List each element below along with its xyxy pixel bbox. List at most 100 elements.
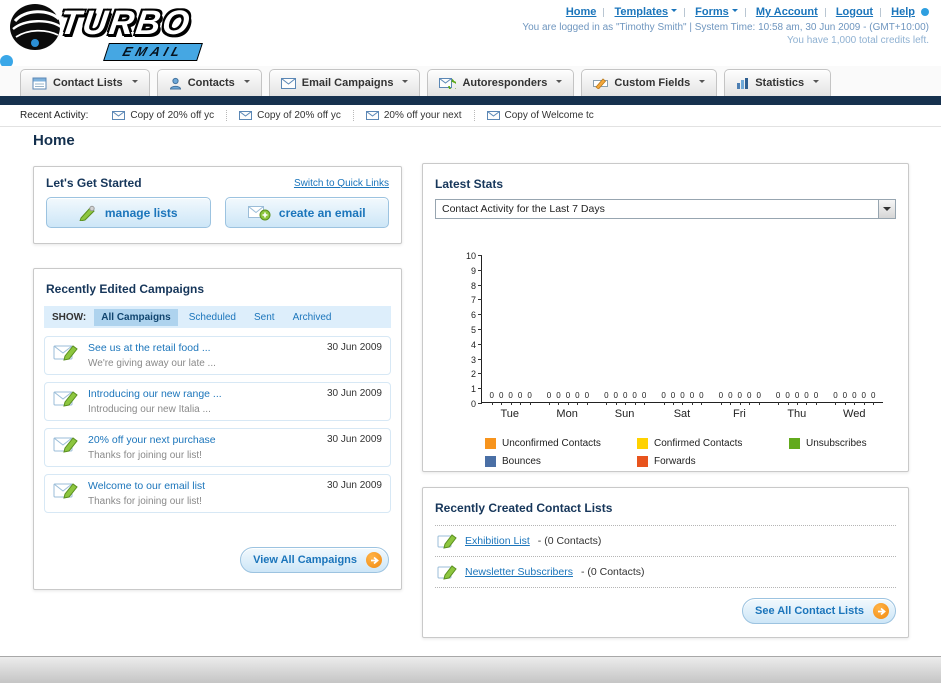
- switch-quick-links-link[interactable]: Switch to Quick Links: [294, 178, 389, 189]
- chart-value-label: 0: [565, 391, 571, 405]
- custom-fields-icon: [593, 78, 609, 89]
- chevron-down-icon: [731, 9, 738, 15]
- campaign-subtitle: Thanks for joining our list!: [88, 496, 202, 507]
- campaign-title-link[interactable]: See us at the retail food ...: [88, 342, 318, 354]
- tab-scheduled[interactable]: Scheduled: [182, 309, 243, 326]
- manage-lists-label: manage lists: [104, 205, 178, 220]
- y-axis-tick-label: 4: [470, 339, 476, 350]
- y-axis-tick: [478, 373, 482, 375]
- chart-value-label: 0: [861, 391, 866, 405]
- top-link-logout[interactable]: Logout: [836, 6, 873, 18]
- chart-value-label: 0: [813, 391, 819, 405]
- view-all-campaigns-button[interactable]: View All Campaigns: [240, 547, 389, 573]
- tab-archived[interactable]: Archived: [286, 309, 339, 326]
- recent-activity-item[interactable]: Copy of Welcome tc: [475, 110, 606, 121]
- contact-list-count: - (0 Contacts): [537, 535, 602, 547]
- campaign-row[interactable]: Welcome to our email list Thanks for joi…: [44, 474, 391, 513]
- get-started-title: Let's Get Started: [46, 176, 142, 190]
- recent-activity-item[interactable]: Copy of 20% off yc: [227, 110, 354, 121]
- campaign-date: 30 Jun 2009: [326, 342, 382, 353]
- chart-value-label: 0: [775, 391, 781, 405]
- campaign-row[interactable]: Introducing our new range ... Introducin…: [44, 382, 391, 421]
- chevron-down-icon: [402, 80, 409, 86]
- campaigns-filter-row: SHOW: All Campaigns Scheduled Sent Archi…: [44, 306, 391, 328]
- recent-activity-item[interactable]: Copy of 20% off yc: [100, 110, 228, 121]
- y-axis-tick: [478, 388, 482, 390]
- campaign-list: See us at the retail food ... We're givi…: [34, 328, 401, 513]
- chart-value-label: 0: [680, 391, 685, 405]
- legend-item: Bounces: [485, 456, 637, 467]
- separator: [684, 7, 686, 17]
- arrow-right-icon: [873, 603, 889, 619]
- top-link-help[interactable]: Help: [891, 6, 915, 18]
- chart-value-label: 0: [689, 391, 695, 405]
- tab-sent[interactable]: Sent: [247, 309, 282, 326]
- legend-swatch-icon: [485, 456, 496, 467]
- chevron-down-icon: [883, 207, 891, 215]
- nav-tab-contact-lists[interactable]: Contact Lists: [20, 69, 150, 96]
- tab-all-campaigns[interactable]: All Campaigns: [94, 308, 178, 326]
- show-label: SHOW:: [52, 311, 87, 323]
- chart-value-label: 0: [852, 391, 857, 405]
- nav-tab-autoresponders[interactable]: Autoresponders: [427, 69, 575, 96]
- separator: [824, 7, 826, 17]
- app-window: { "header": { "logo_text": "TURBO", "log…: [0, 0, 941, 683]
- contact-list-row[interactable]: Newsletter Subscribers - (0 Contacts): [435, 557, 896, 588]
- chart-value-label: 0: [804, 391, 809, 405]
- legend-swatch-icon: [637, 438, 648, 449]
- latest-stats-title: Latest Stats: [435, 177, 504, 191]
- chart-value-label: 0: [670, 391, 676, 405]
- nav-tab-statistics[interactable]: Statistics: [724, 69, 832, 96]
- create-email-button[interactable]: create an email: [224, 197, 389, 228]
- campaign-edit-icon: [53, 345, 78, 361]
- see-all-contact-lists-button[interactable]: See All Contact Lists: [741, 598, 896, 624]
- chart-value-label: 0: [871, 391, 876, 405]
- campaign-subtitle: We're giving away our late ...: [88, 358, 216, 369]
- manage-lists-button[interactable]: manage lists: [46, 197, 211, 228]
- y-axis-tick-label: 6: [470, 310, 476, 321]
- chart-value-label: 0: [584, 391, 590, 405]
- stats-period-select[interactable]: Contact Activity for the Last 7 Days: [435, 199, 896, 219]
- chart-value-label: 0: [489, 391, 494, 405]
- envelope-icon: [486, 111, 500, 120]
- nav-tab-contacts[interactable]: Contacts: [156, 69, 262, 96]
- nav-tab-label: Autoresponders: [462, 77, 548, 89]
- chart-value-group: 00000: [711, 391, 768, 405]
- recent-activity-item[interactable]: 20% off your next: [354, 110, 475, 121]
- contact-list-row[interactable]: Exhibition List - (0 Contacts): [435, 526, 896, 557]
- y-axis-tick: [478, 403, 482, 404]
- campaign-title-link[interactable]: Introducing our new range ...: [88, 388, 318, 400]
- y-axis-tick-label: 0: [470, 399, 476, 409]
- campaign-title-link[interactable]: 20% off your next purchase: [88, 434, 318, 446]
- top-link-forms[interactable]: Forms: [695, 6, 738, 18]
- legend-item: Unsubscribes: [789, 438, 941, 449]
- y-axis-tick-label: 10: [465, 251, 476, 261]
- chart-value-label: 0: [842, 391, 848, 405]
- envelope-icon: [239, 111, 253, 120]
- pencil-icon: [79, 205, 95, 221]
- nav-tab-custom-fields[interactable]: Custom Fields: [581, 69, 718, 96]
- campaign-title-link[interactable]: Welcome to our email list: [88, 480, 318, 492]
- campaign-subtitle: Introducing our new Italia ...: [88, 404, 211, 415]
- y-axis-tick-label: 7: [470, 295, 476, 306]
- campaign-row[interactable]: See us at the retail food ... We're givi…: [44, 336, 391, 375]
- chevron-down-icon: [813, 80, 820, 86]
- contact-list-link[interactable]: Newsletter Subscribers: [465, 566, 573, 578]
- y-axis-tick-label: 5: [470, 325, 476, 335]
- recent-activity-bar: Recent Activity: Copy of 20% off yc Copy…: [0, 105, 941, 127]
- top-nav: Home Templates Forms My Account Logout H…: [566, 6, 929, 18]
- app-logo[interactable]: TURBO EMAIL: [8, 2, 204, 61]
- nav-tab-email-campaigns[interactable]: Email Campaigns: [268, 69, 421, 96]
- legend-item: Confirmed Contacts: [637, 438, 789, 449]
- y-axis-tick: [478, 314, 482, 316]
- dropdown-arrow-button[interactable]: [878, 200, 895, 218]
- chart-value-label: 0: [699, 391, 704, 405]
- campaign-row[interactable]: 20% off your next purchase Thanks for jo…: [44, 428, 391, 467]
- x-axis-tick-label: Tue: [500, 408, 519, 420]
- chart-value-group: 00000: [482, 391, 539, 405]
- contact-list-link[interactable]: Exhibition List: [465, 535, 530, 547]
- top-link-templates[interactable]: Templates: [614, 6, 678, 18]
- chart-value-label: 0: [613, 391, 618, 405]
- top-link-home[interactable]: Home: [566, 6, 597, 18]
- top-link-my-account[interactable]: My Account: [756, 6, 818, 18]
